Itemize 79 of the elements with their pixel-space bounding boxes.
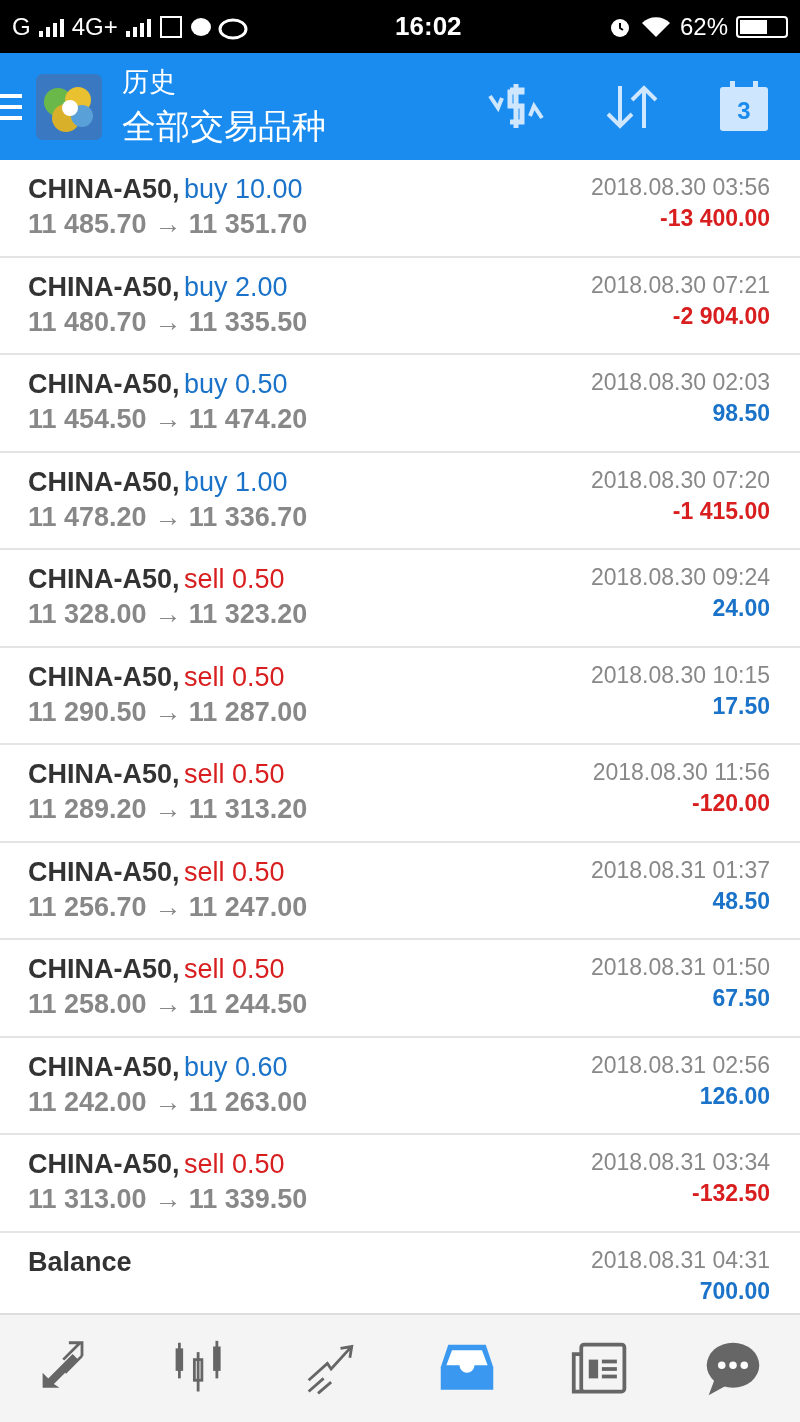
symbol-label: CHINA-A50,	[28, 271, 180, 302]
order-label: sell 0.50	[184, 1149, 285, 1179]
price-range: 11 242.00 → 11 263.00	[28, 1086, 308, 1118]
trade-row[interactable]: CHINA-A50, buy 0.60 11 242.00 → 11 263.00 2018.08.31 02:56 126.00	[0, 1037, 800, 1135]
price-range: 11 290.50 → 11 287.00	[28, 696, 308, 728]
order-label: sell 0.50	[184, 661, 285, 692]
order-label: buy 0.50	[184, 369, 288, 399]
profit-value: 48.50	[712, 887, 770, 915]
price-range: 11 256.70 → 11 247.00	[28, 891, 308, 923]
order-label: sell 0.50	[184, 954, 285, 984]
battery-icon	[736, 15, 788, 38]
order-label: buy 1.00	[184, 466, 288, 497]
battery-percent: 62%	[679, 12, 728, 41]
trade-time: 2018.08.31 01:50	[590, 954, 770, 981]
profit-value: -2 904.00	[672, 302, 770, 330]
profit-value: 24.00	[712, 595, 770, 622]
screen-title: 历史	[122, 65, 177, 99]
balance-value: 700.00	[699, 1277, 770, 1305]
signal-icon	[125, 16, 151, 37]
trade-row[interactable]: CHINA-A50, sell 0.50 11 290.50 → 11 287.00 2018.08.30 10:15 17.50	[0, 647, 800, 745]
balance-label: Balance	[28, 1246, 132, 1278]
profit-value: -1 415.00	[672, 497, 770, 525]
symbol-label: CHINA-A50,	[28, 174, 180, 204]
app-logo	[36, 73, 102, 140]
price-range: 11 454.50 → 11 474.20	[28, 404, 308, 435]
trade-time: 2018.08.30 03:56	[590, 174, 770, 201]
order-label: sell 0.50	[184, 759, 285, 789]
symbol-label: CHINA-A50,	[28, 466, 180, 497]
symbol-label: CHINA-A50,	[28, 759, 180, 789]
order-label: buy 2.00	[184, 271, 288, 302]
profit-value: 67.50	[712, 985, 770, 1012]
trade-time: 2018.08.30 02:03	[590, 369, 770, 396]
profit-value: -13 400.00	[660, 205, 770, 232]
price-range: 11 480.70 → 11 335.50	[28, 306, 308, 338]
profit-value: 126.00	[699, 1082, 770, 1110]
price-range: 11 328.00 → 11 323.20	[28, 599, 308, 630]
trade-row[interactable]: CHINA-A50, buy 0.50 11 454.50 → 11 474.20 2018.08.30 02:03 98.50	[0, 355, 800, 453]
menu-icon[interactable]	[0, 91, 22, 122]
symbol-label: CHINA-A50,	[28, 661, 180, 692]
trade-row[interactable]: CHINA-A50, buy 1.00 11 478.20 → 11 336.70 2018.08.30 07:20 -1 415.00	[0, 452, 800, 550]
trade-row[interactable]: CHINA-A50, sell 0.50 11 328.00 → 11 323.20 2018.08.30 09:24 24.00	[0, 550, 800, 648]
trade-row[interactable]: CHINA-A50, buy 10.00 11 485.70 → 11 351.70 2018.08.30 03:56 -13 400.00	[0, 160, 800, 258]
trade-time: 2018.08.31 01:37	[590, 856, 770, 884]
symbol-label: CHINA-A50,	[28, 954, 180, 984]
trade-time: 2018.08.31 04:31	[590, 1246, 770, 1274]
price-range: 11 258.00 → 11 244.50	[28, 989, 308, 1020]
symbol-label: CHINA-A50,	[28, 1051, 180, 1082]
order-label: sell 0.50	[184, 564, 285, 594]
trade-row[interactable]: CHINA-A50, sell 0.50 11 258.00 → 11 244.50 2018.08.31 01:50 67.50	[0, 940, 800, 1038]
trade-row[interactable]: CHINA-A50, buy 2.00 11 480.70 → 11 335.50 2018.08.30 07:21 -2 904.00	[0, 257, 800, 355]
trade-row[interactable]: CHINA-A50, sell 0.50 11 289.20 → 11 313.20 2018.08.30 11:56 -120.00	[0, 745, 800, 843]
order-label: buy 10.00	[184, 174, 303, 204]
profit-value: -132.50	[692, 1180, 770, 1207]
trade-time: 2018.08.31 02:56	[590, 1051, 770, 1079]
trade-time: 2018.08.31 03:34	[590, 1149, 770, 1176]
signal-icon	[38, 16, 64, 37]
trade-time: 2018.08.30 07:21	[590, 271, 770, 299]
price-range: 11 478.20 → 11 336.70	[28, 501, 308, 533]
network-label: 4G+	[71, 12, 118, 41]
trade-time: 2018.08.30 07:20	[590, 466, 770, 494]
price-range: 11 313.00 → 11 339.50	[28, 1184, 308, 1215]
price-range: 11 485.70 → 11 351.70	[28, 209, 308, 240]
trade-row[interactable]: CHINA-A50, sell 0.50 11 313.00 → 11 339.50 2018.08.31 03:34 -132.50	[0, 1135, 800, 1233]
order-label: buy 0.60	[184, 1051, 288, 1082]
trade-time: 2018.08.30 11:56	[592, 759, 770, 786]
symbol-label: CHINA-A50,	[28, 856, 180, 887]
symbol-label: CHINA-A50,	[28, 369, 180, 399]
carrier-label: G	[12, 12, 31, 41]
symbol-label: CHINA-A50,	[28, 564, 180, 594]
order-label: sell 0.50	[184, 856, 285, 887]
profit-value: 17.50	[712, 692, 770, 720]
profit-value: -120.00	[692, 790, 770, 817]
symbol-label: CHINA-A50,	[28, 1149, 180, 1179]
profit-value: 98.50	[712, 400, 770, 427]
clock: 16:02	[394, 11, 463, 42]
price-range: 11 289.20 → 11 313.20	[28, 794, 308, 825]
trade-time: 2018.08.30 09:24	[590, 564, 770, 591]
trade-row[interactable]: CHINA-A50, sell 0.50 11 256.70 → 11 247.00 2018.08.31 01:37 48.50	[0, 842, 800, 940]
trade-time: 2018.08.30 10:15	[590, 661, 770, 689]
